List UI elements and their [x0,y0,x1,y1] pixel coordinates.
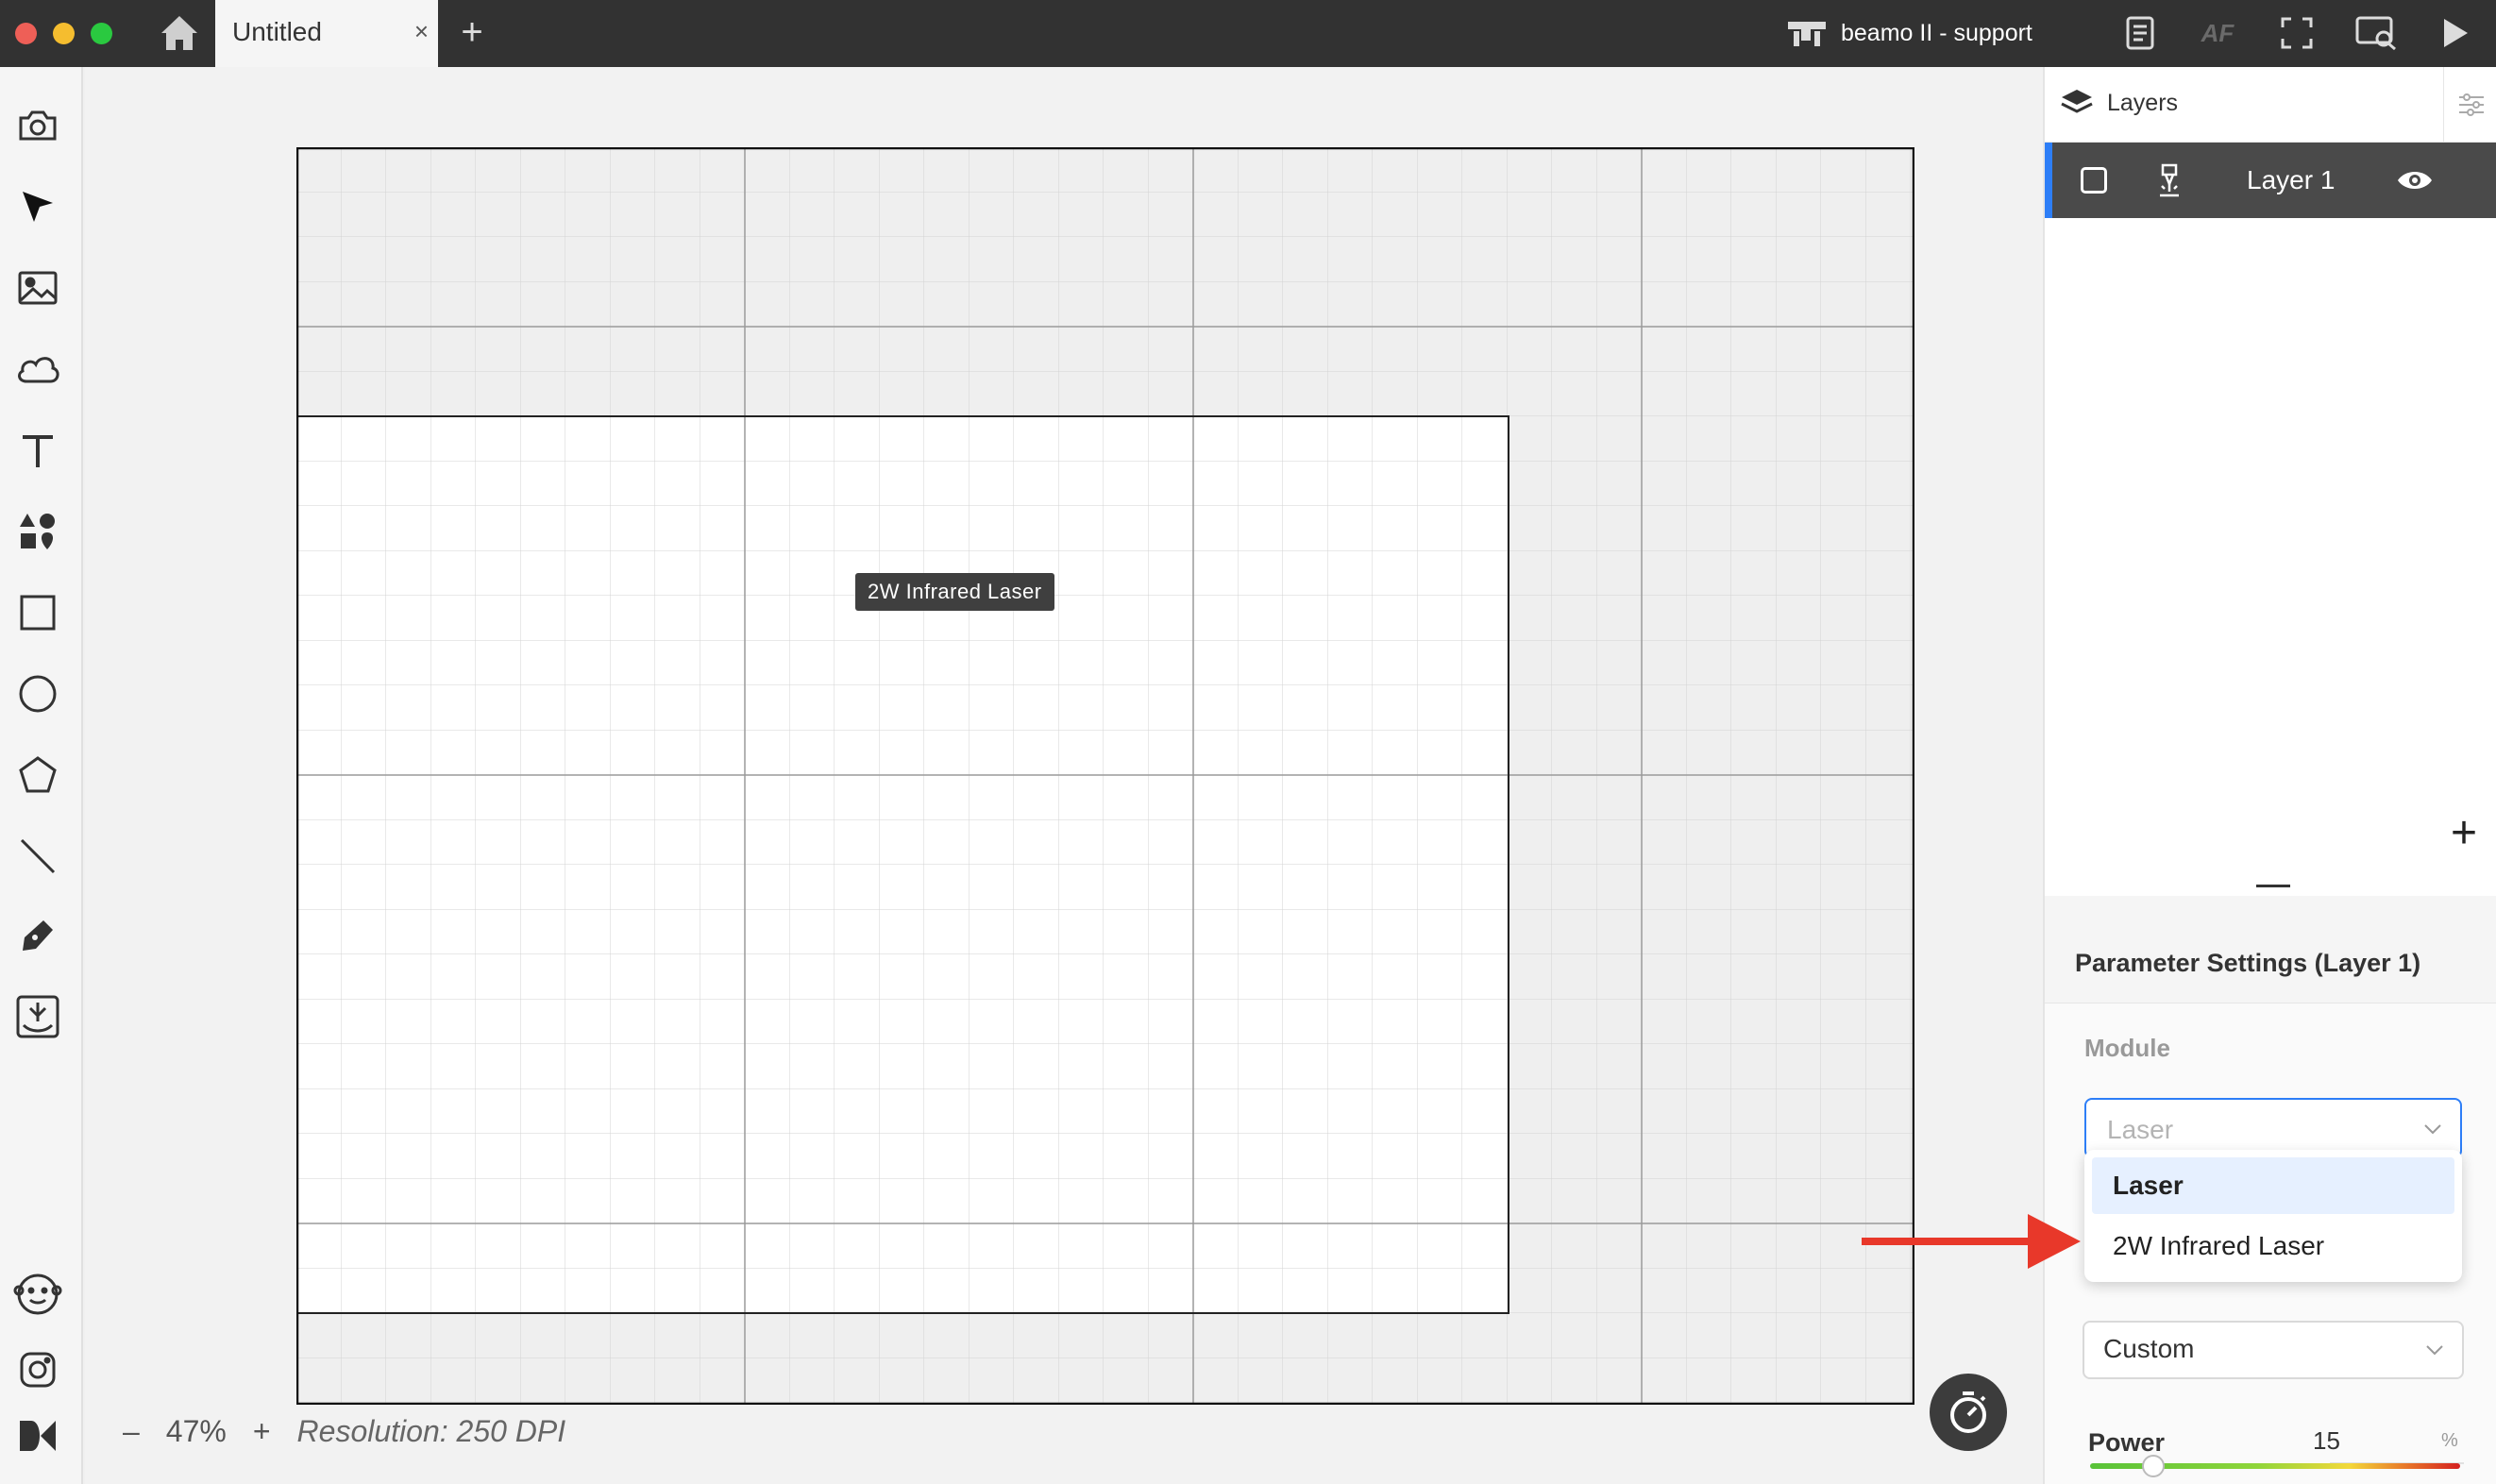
camera-icon[interactable] [13,101,62,150]
title-bar: Untitled × + beamo II - support AF [0,0,2496,67]
device-selector[interactable]: beamo II - support [1786,11,2032,55]
app-window: Untitled × + beamo II - support AF 2W In… [0,0,2496,1484]
layers-icon [2061,90,2093,113]
module-area-label: 2W Infrared Laser [855,573,1054,611]
document-tab[interactable]: Untitled × [215,0,438,67]
module-option-infrared[interactable]: 2W Infrared Laser [2084,1218,2462,1274]
resolution-label: Resolution: 250 DPI [296,1413,566,1448]
ellipse-icon[interactable] [13,669,62,718]
minimize-window-button[interactable] [53,23,75,44]
instagram-icon[interactable] [13,1345,62,1394]
design-market-icon[interactable] [13,1411,62,1460]
layer-row[interactable]: Layer 1 [2045,143,2496,218]
autofocus-button[interactable]: AF [2196,11,2239,55]
layers-title: Layers [2107,90,2179,116]
left-toolbar [0,67,83,1484]
cloud-icon[interactable] [13,345,62,394]
beamy-icon[interactable] [13,1268,62,1317]
module-select-value: Laser [2107,1115,2174,1144]
select-arrow-icon[interactable] [13,182,62,231]
layer-name[interactable]: Layer 1 [2247,165,2335,195]
module-label: Module [2084,1034,2170,1062]
zoom-controls: – 47% + Resolution: 250 DPI [123,1408,565,1455]
module-option-laser[interactable]: Laser [2092,1157,2454,1214]
zoom-level[interactable]: 47% [166,1414,227,1449]
power-slider[interactable] [2090,1455,2460,1477]
chevron-down-icon [2424,1124,2441,1135]
power-slider-thumb[interactable] [2142,1455,2166,1477]
document-settings-icon[interactable] [2118,11,2162,55]
eye-icon[interactable] [2396,163,2434,197]
start-job-icon[interactable] [2434,11,2477,55]
preset-select[interactable]: Custom [2083,1321,2464,1379]
power-unit: % [2441,1430,2458,1451]
power-input[interactable]: 15 [2313,1426,2340,1456]
zoom-in-button[interactable]: + [253,1414,271,1449]
close-window-button[interactable] [15,23,37,44]
preview-camera-icon[interactable] [2354,11,2398,55]
laser-module-icon [2160,163,2179,197]
annotation-arrow-icon [1862,1214,2081,1269]
params-title: Parameter Settings (Layer 1) [2075,949,2421,977]
line-icon[interactable] [13,832,62,881]
new-tab-button[interactable]: + [455,8,489,57]
text-icon[interactable] [13,426,62,475]
tab-close-button[interactable]: × [414,17,429,46]
timer-icon[interactable] [1930,1374,2007,1451]
pen-icon[interactable] [13,911,62,960]
elements-icon[interactable] [13,507,62,556]
tab-title: Untitled [232,17,322,46]
canvas-area[interactable]: 2W Infrared Laser – 47% + Resolution: 25… [85,67,2043,1484]
add-layer-button[interactable]: + [2451,811,2477,856]
chevron-down-icon [2426,1345,2443,1356]
device-name: beamo II - support [1841,19,2032,46]
rectangle-icon[interactable] [13,588,62,637]
preset-value: Custom [2103,1334,2195,1363]
zoom-out-button[interactable]: – [123,1414,140,1449]
polygon-icon[interactable] [13,750,62,800]
image-icon[interactable] [13,263,62,312]
layers-tab[interactable]: Layers [2045,67,2496,143]
layer-settings-icon[interactable] [2443,67,2496,143]
panel-splitter[interactable] [2045,877,2496,896]
home-icon[interactable] [157,11,202,55]
machine-icon [1788,22,1826,46]
zoom-window-button[interactable] [91,23,112,44]
work-area-grid[interactable] [296,147,1914,1405]
module-dropdown-menu: Laser 2W Infrared Laser [2084,1150,2462,1282]
curve-engrave-icon[interactable] [13,992,62,1041]
power-label: Power [2088,1428,2166,1457]
layer-checkbox[interactable] [2081,167,2107,194]
frame-icon[interactable] [2275,11,2319,55]
